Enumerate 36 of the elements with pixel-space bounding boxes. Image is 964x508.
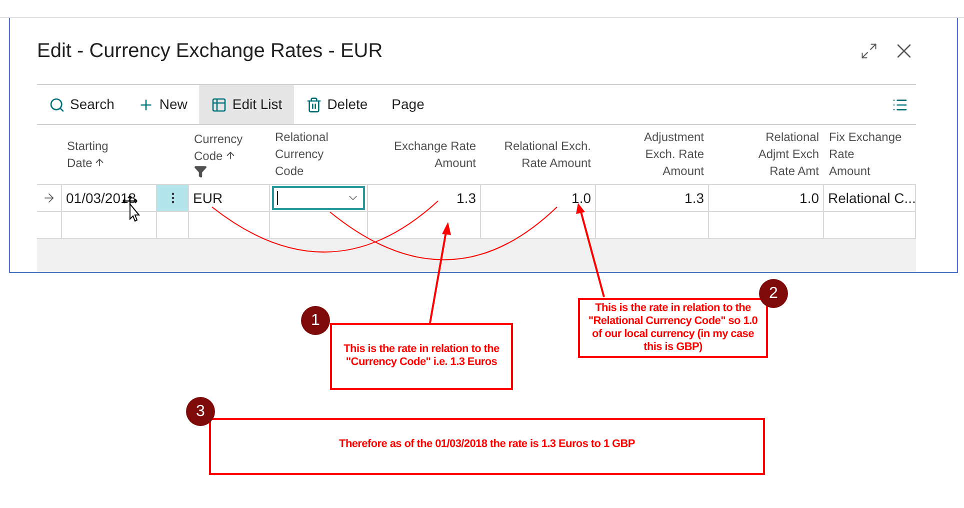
list-icon[interactable] [892,96,908,112]
table-cell-text: 1.0 [572,188,591,208]
toolbar-button[interactable]: Page [380,85,436,124]
expand-icon[interactable] [860,42,878,60]
filter-icon [194,165,207,178]
toolbar-button[interactable]: Search [37,85,126,124]
table-cell-text: 1.0 [800,188,819,208]
table-cell-text: EUR [193,188,223,208]
toolbar-button[interactable]: Edit List [199,85,294,124]
callout-text: Therefore as of the 01/03/2018 the rate is 1.3 Euros to 1 GBP [338,438,636,451]
column-header[interactable]: Exchange Rate Amount [394,138,476,172]
sort-arrow-icon [224,150,236,161]
column-header[interactable]: Starting Date [67,138,108,172]
step-number-badge: 2 [759,279,788,308]
callout-text: This is the rate in relation to the "Relational Currency Code" so 1.0 of our local currency (in my case this is GBP) [587,302,759,354]
column-header[interactable]: Fix Exchange Rate Amount [829,129,902,180]
dropdown-field[interactable] [272,186,365,210]
column-header[interactable]: Adjustment Exch. Rate Amount [644,129,704,180]
callout-text: This is the rate in relation to the "Currency Code" i.e. 1.3 Euros [342,343,500,369]
toolbar-button[interactable]: New [126,85,200,124]
table-edit-icon [211,96,228,112]
table-cell-text: 1.3 [684,188,704,208]
step-number-badge: 1 [301,306,330,335]
column-header[interactable]: Relational Adjmt Exch Rate Amt [758,129,819,180]
search-icon [49,96,65,112]
step-number-badge: 3 [186,397,215,426]
sort-arrow-icon [94,156,106,168]
column-header[interactable]: Currency Code [194,131,243,165]
window-title: Edit - Currency Exchange Rates - EUR [37,39,384,64]
toolbar-button[interactable]: Delete [294,85,380,124]
column-header[interactable]: Relational Currency Code [275,129,328,180]
table-cell-text: Relational C... [828,188,916,208]
table-cell-text: 1.3 [456,188,476,208]
trash-icon [306,96,322,112]
column-header[interactable]: Relational Exch. Rate Amount [504,138,591,172]
table-cell-text: 01/03/2018 [66,188,136,208]
